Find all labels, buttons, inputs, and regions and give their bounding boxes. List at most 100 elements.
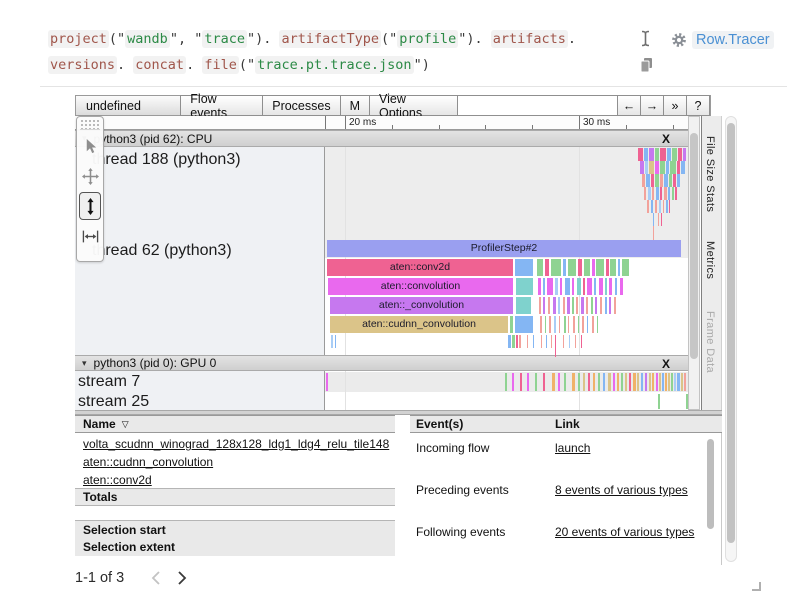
trace-event[interactable] bbox=[661, 213, 662, 226]
trace-event[interactable] bbox=[638, 148, 643, 161]
trace-event[interactable] bbox=[641, 373, 643, 391]
name-link[interactable]: volta_scudnn_winograd_128x128_ldg1_ldg4_… bbox=[83, 437, 395, 451]
trace-event[interactable] bbox=[662, 373, 664, 391]
trace-event[interactable] bbox=[515, 259, 533, 276]
trace-event[interactable] bbox=[512, 335, 515, 348]
trace-event[interactable] bbox=[655, 174, 659, 187]
trace-event-aten-cudnn-convolution[interactable]: aten::cudnn_convolution bbox=[330, 316, 508, 333]
trace-event[interactable] bbox=[651, 174, 654, 187]
event-link[interactable]: 20 events of various types bbox=[555, 525, 694, 539]
close-cpu-track-button[interactable]: X bbox=[662, 132, 670, 146]
trace-event[interactable] bbox=[581, 335, 582, 348]
trace-event[interactable] bbox=[656, 373, 658, 391]
trace-event[interactable] bbox=[666, 161, 669, 174]
panel-scrollbar[interactable] bbox=[725, 116, 737, 562]
trace-event[interactable] bbox=[331, 335, 333, 348]
trace-event[interactable] bbox=[603, 373, 605, 391]
trace-event[interactable] bbox=[671, 373, 673, 391]
toolbar-button-m[interactable]: M bbox=[340, 95, 370, 116]
copy-icon[interactable] bbox=[639, 57, 654, 78]
trace-event[interactable] bbox=[625, 373, 627, 391]
trace-event[interactable] bbox=[666, 200, 668, 213]
trace-event[interactable] bbox=[658, 213, 659, 226]
trace-event[interactable] bbox=[559, 316, 560, 333]
trace-event[interactable] bbox=[618, 259, 620, 276]
trace-event[interactable] bbox=[645, 161, 648, 174]
resize-grip-icon[interactable] bbox=[752, 582, 761, 591]
trace-event[interactable] bbox=[649, 148, 654, 161]
trace-event[interactable] bbox=[596, 259, 604, 276]
trace-event[interactable] bbox=[572, 297, 574, 314]
trace-event[interactable] bbox=[541, 335, 542, 348]
trace-event[interactable] bbox=[582, 316, 584, 333]
trace-event[interactable] bbox=[581, 297, 584, 314]
trace-event[interactable] bbox=[516, 278, 533, 295]
trace-event[interactable] bbox=[681, 161, 685, 174]
side-tab-file-size-stats[interactable]: File Size Stats bbox=[704, 136, 716, 212]
trace-event[interactable] bbox=[537, 259, 543, 276]
trace-event[interactable] bbox=[629, 373, 631, 391]
trace-event[interactable] bbox=[677, 174, 680, 187]
trace-event[interactable] bbox=[660, 187, 662, 200]
trace-event[interactable] bbox=[575, 335, 576, 348]
next-page-button[interactable] bbox=[176, 571, 188, 585]
trace-event[interactable] bbox=[560, 278, 562, 295]
trace-event[interactable] bbox=[656, 187, 659, 200]
trace-event[interactable] bbox=[669, 200, 670, 213]
trace-event[interactable] bbox=[642, 174, 645, 187]
trace-event[interactable] bbox=[622, 259, 629, 276]
trace-event[interactable] bbox=[648, 187, 651, 200]
side-tab-metrics[interactable]: Metrics bbox=[704, 241, 716, 279]
trace-event[interactable] bbox=[655, 161, 659, 174]
trace-event[interactable] bbox=[551, 335, 552, 348]
trace-event-aten-convolution[interactable]: aten::_convolution bbox=[330, 297, 513, 314]
trace-event[interactable] bbox=[664, 174, 668, 187]
trace-event[interactable] bbox=[520, 373, 522, 391]
trace-event[interactable] bbox=[668, 187, 670, 200]
toolbar-button-flow-events[interactable]: Flow events bbox=[180, 95, 263, 116]
trace-event[interactable] bbox=[595, 297, 597, 314]
trace-event[interactable] bbox=[578, 316, 579, 333]
trace-event[interactable] bbox=[591, 297, 593, 314]
trace-event[interactable] bbox=[613, 373, 615, 391]
trace-event[interactable] bbox=[543, 373, 545, 391]
process-header-gpu[interactable]: ▾ python3 (pid 0): GPU 0 X bbox=[75, 355, 688, 371]
trace-event[interactable] bbox=[649, 161, 654, 174]
trace-event[interactable] bbox=[516, 297, 531, 314]
trace-event[interactable] bbox=[519, 335, 521, 348]
trace-event[interactable] bbox=[515, 316, 533, 333]
trace-event[interactable] bbox=[505, 373, 507, 391]
trace-event[interactable] bbox=[572, 373, 575, 391]
trace-event-aten-convolution[interactable]: aten::convolution bbox=[328, 278, 513, 295]
trace-event[interactable] bbox=[681, 373, 683, 391]
trace-event[interactable] bbox=[609, 297, 611, 314]
trace-event[interactable] bbox=[326, 373, 328, 391]
trace-event[interactable] bbox=[512, 373, 514, 391]
trace-event[interactable] bbox=[540, 316, 542, 333]
events-scrollbar-thumb[interactable] bbox=[707, 439, 714, 529]
trace-event[interactable] bbox=[606, 259, 609, 276]
trace-event[interactable] bbox=[543, 297, 545, 314]
trace-event[interactable] bbox=[576, 297, 578, 314]
help-button[interactable]: ? bbox=[686, 95, 710, 116]
trace-event[interactable] bbox=[578, 373, 580, 391]
trace-event[interactable] bbox=[592, 316, 594, 333]
trace-event[interactable] bbox=[588, 373, 590, 391]
name-column-header[interactable]: Name ▽ bbox=[75, 415, 395, 433]
trace-event[interactable] bbox=[644, 187, 646, 200]
trace-event[interactable] bbox=[568, 259, 576, 276]
trace-event[interactable] bbox=[664, 187, 667, 200]
trace-event[interactable] bbox=[683, 148, 686, 161]
gear-icon[interactable] bbox=[671, 32, 687, 53]
trace-event[interactable] bbox=[658, 394, 660, 409]
trace-event[interactable] bbox=[587, 278, 592, 295]
trace-event[interactable] bbox=[510, 316, 513, 333]
trace-event[interactable] bbox=[558, 297, 560, 314]
row-tracer-link[interactable]: Row.Tracer bbox=[692, 31, 774, 49]
trace-event[interactable] bbox=[600, 297, 602, 314]
trace-event[interactable] bbox=[605, 278, 607, 295]
trace-vertical-scrollbar[interactable] bbox=[688, 116, 700, 410]
trace-event[interactable] bbox=[546, 335, 547, 348]
trace-event[interactable] bbox=[508, 335, 511, 348]
trace-scrollbar-thumb[interactable] bbox=[690, 133, 698, 359]
